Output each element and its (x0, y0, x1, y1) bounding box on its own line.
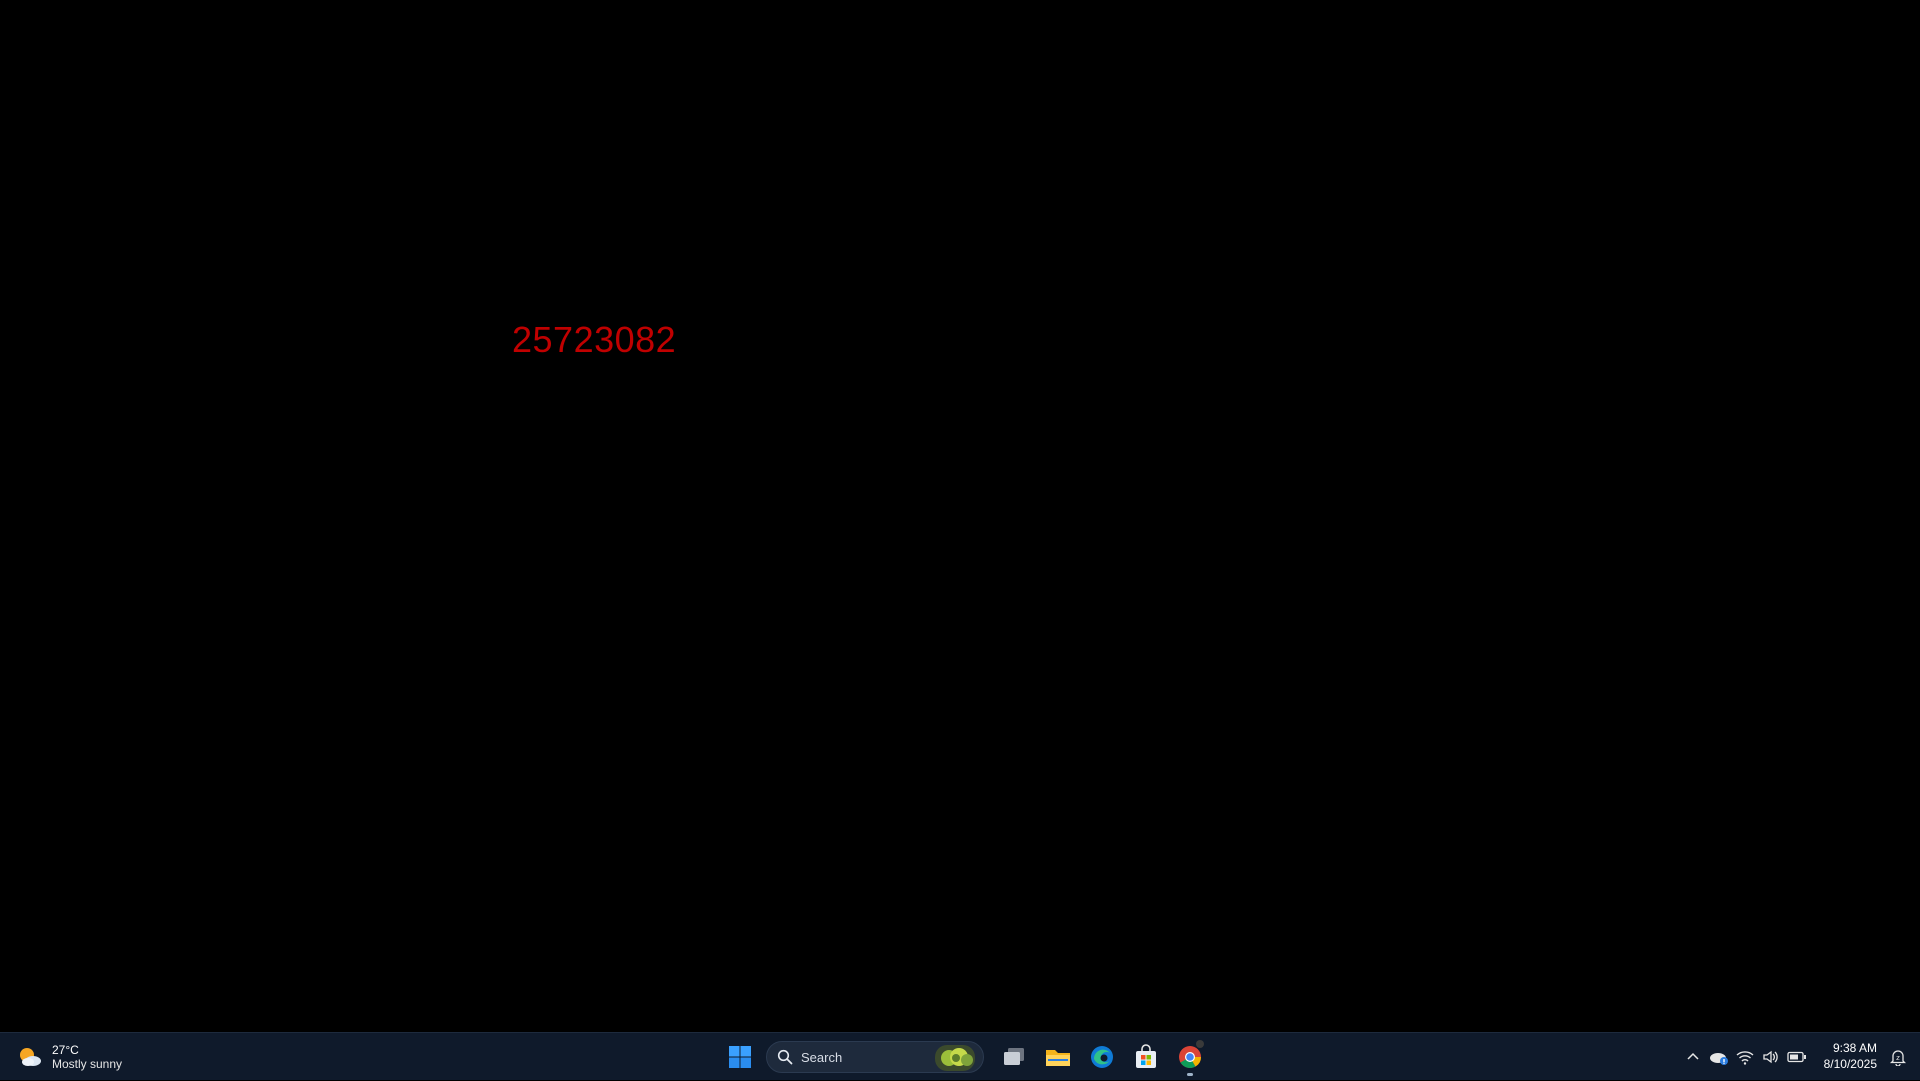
show-hidden-icons-button[interactable] (1681, 1045, 1705, 1069)
clock-date: 8/10/2025 (1823, 1057, 1877, 1071)
desktop: 25723082 (0, 0, 1920, 1032)
search-icon (777, 1049, 793, 1065)
windows-logo-icon (729, 1046, 751, 1068)
weather-widget[interactable]: 27°C Mostly sunny (16, 1039, 122, 1075)
start-button[interactable] (720, 1037, 760, 1077)
edge-icon (1091, 1046, 1113, 1068)
clock-time: 9:38 AM (1832, 1041, 1877, 1056)
running-indicator (1187, 1073, 1193, 1076)
volume-icon (1762, 1050, 1778, 1064)
volume-button[interactable] (1759, 1045, 1783, 1069)
file-explorer-button[interactable] (1038, 1037, 1078, 1077)
chrome-badge (1196, 1040, 1204, 1048)
svg-text:z: z (1896, 1054, 1900, 1062)
taskbar: 27°C Mostly sunny Search 9:38 AM 8/10/20… (0, 1032, 1920, 1080)
notification-center-button[interactable]: z (1886, 1045, 1910, 1069)
chrome-button[interactable] (1170, 1037, 1210, 1077)
taskbar-center: Search (718, 1033, 1212, 1081)
microsoft-store-button[interactable] (1126, 1037, 1166, 1077)
onedrive-button[interactable] (1707, 1045, 1731, 1069)
weather-text: 27°C Mostly sunny (52, 1043, 122, 1072)
task-view-icon (1004, 1048, 1024, 1065)
partly-sunny-icon (20, 1048, 41, 1066)
onedrive-icon (1709, 1053, 1728, 1065)
search-highlight-icon (935, 1045, 975, 1071)
weather-condition: Mostly sunny (52, 1057, 123, 1071)
store-icon (1136, 1044, 1156, 1068)
battery-icon (1786, 1051, 1806, 1063)
weather-temperature: 27°C (52, 1042, 79, 1057)
network-button[interactable] (1733, 1045, 1757, 1069)
task-view-button[interactable] (994, 1037, 1034, 1077)
desktop-number-text: 25723082 (512, 319, 677, 360)
system-tray: 9:38 AM 8/10/2025 z (1680, 1033, 1920, 1081)
folder-icon (1046, 1050, 1070, 1066)
chevron-up-icon (1687, 1052, 1699, 1060)
battery-button[interactable] (1785, 1045, 1809, 1069)
search-label: Search (801, 1049, 843, 1065)
notification-bell-icon: z (1889, 1050, 1907, 1066)
search-box[interactable]: Search (766, 1041, 984, 1073)
clock[interactable]: 9:38 AM 8/10/2025 (1824, 1041, 1877, 1072)
edge-button[interactable] (1082, 1037, 1122, 1077)
wifi-icon (1736, 1051, 1754, 1065)
